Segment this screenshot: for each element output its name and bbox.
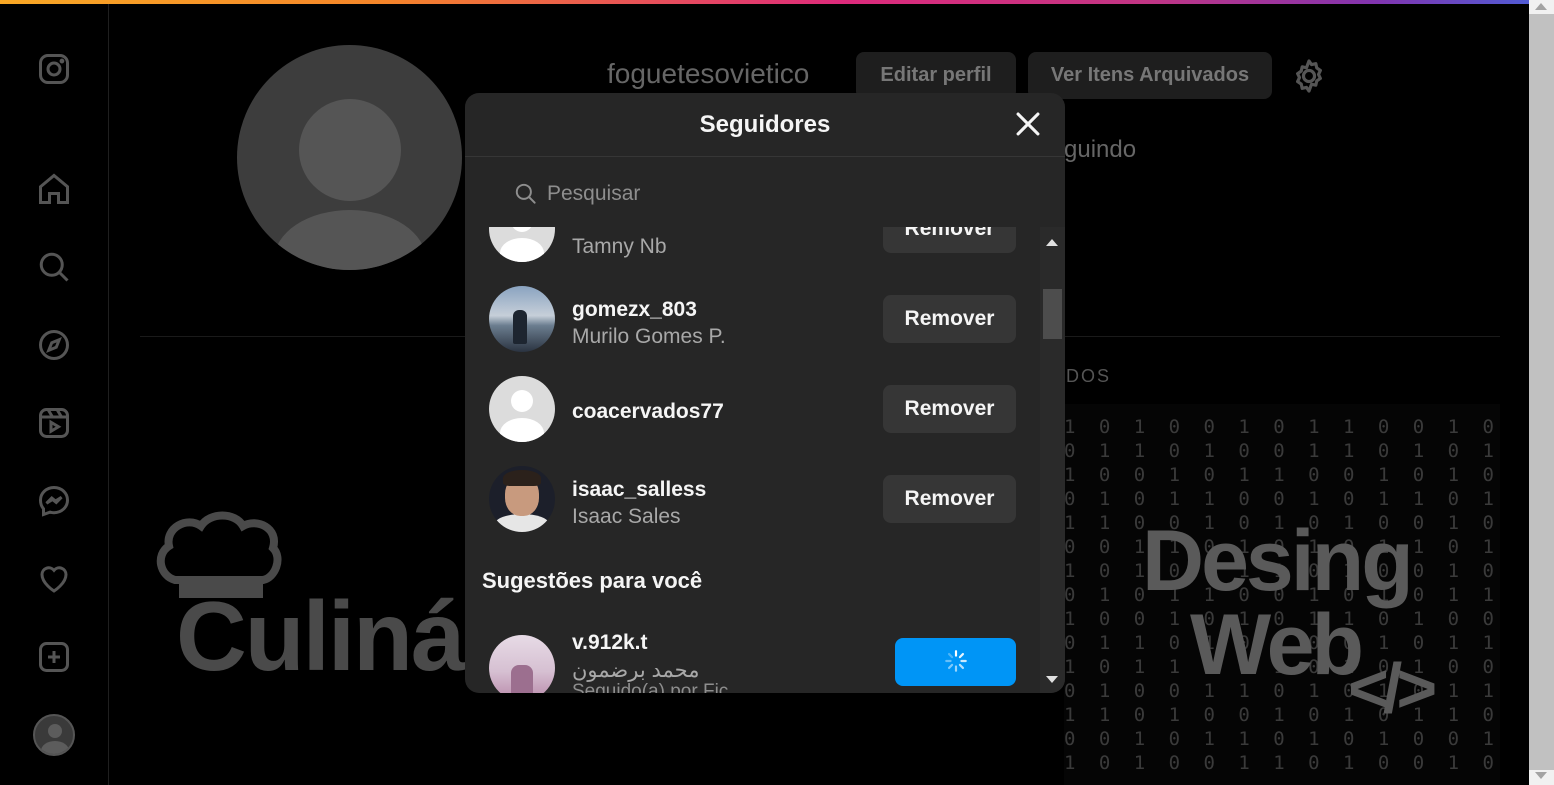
tab-label[interactable]: DOS (1066, 366, 1111, 387)
heart-icon[interactable] (35, 560, 73, 598)
search-bar[interactable] (505, 177, 1025, 211)
search-icon[interactable] (35, 248, 73, 286)
suggestion-mutual: Seguido(a) por Fic... (572, 681, 745, 693)
following-count[interactable]: guindo (1064, 136, 1136, 164)
instagram-logo-icon[interactable] (35, 50, 73, 88)
scroll-up-arrow-icon[interactable] (1535, 3, 1547, 10)
modal-header: Seguidores (465, 93, 1065, 157)
modal-title: Seguidores (699, 111, 831, 138)
remove-button[interactable]: Remover (883, 475, 1016, 523)
avatar[interactable] (33, 714, 75, 756)
close-icon[interactable] (1011, 107, 1045, 141)
suggestion-avatar[interactable] (489, 635, 555, 693)
code-tag-icon: </> (1348, 649, 1437, 727)
follower-avatar[interactable] (489, 227, 555, 262)
list-item: coacervados77 Remover (465, 364, 1040, 454)
follower-avatar[interactable] (489, 376, 555, 442)
page-scrollbar[interactable] (1529, 0, 1554, 785)
post-left-title: Culinár (176, 581, 502, 691)
follower-avatar[interactable] (489, 286, 555, 352)
scroll-up-arrow-icon[interactable] (1046, 239, 1058, 246)
post-right-title-2: Web (1190, 597, 1364, 693)
edit-profile-button[interactable]: Editar perfil (856, 52, 1016, 99)
create-icon[interactable] (35, 638, 73, 676)
followers-modal: Seguidores Tamny Nb Remover gomezx_803 M… (465, 93, 1065, 693)
suggestion-username[interactable]: v.912k.t (572, 631, 648, 655)
suggestions-title: Sugestões para você (482, 568, 703, 593)
list-item: gomezx_803 Murilo Gomes P. Remover (465, 274, 1040, 364)
follower-username[interactable]: gomezx_803 (572, 298, 697, 322)
modal-scrollbar[interactable] (1040, 227, 1065, 693)
scroll-down-arrow-icon[interactable] (1046, 676, 1058, 683)
follower-fullname: Isaac Sales (572, 505, 681, 528)
remove-button[interactable]: Remover (883, 295, 1016, 343)
loading-bar (0, 0, 1529, 4)
followers-list: Tamny Nb Remover gomezx_803 Murilo Gomes… (465, 227, 1040, 693)
list-item: isaac_salless Isaac Sales Remover (465, 454, 1040, 544)
archive-button[interactable]: Ver Itens Arquivados (1028, 52, 1272, 99)
page-scroll-thumb[interactable] (1529, 14, 1554, 770)
follower-fullname: Murilo Gomes P. (572, 325, 726, 348)
modal-scroll-thumb[interactable] (1043, 289, 1062, 339)
home-icon[interactable] (35, 170, 73, 208)
follower-avatar[interactable] (489, 466, 555, 532)
search-input[interactable] (547, 177, 1017, 211)
follower-username[interactable]: isaac_salless (572, 478, 706, 502)
reels-icon[interactable] (35, 404, 73, 442)
settings-gear-icon[interactable] (1290, 57, 1328, 95)
follower-username[interactable]: coacervados77 (572, 400, 724, 424)
remove-button[interactable]: Remover (883, 227, 1016, 253)
follow-button[interactable] (895, 638, 1016, 686)
list-item: Tamny Nb Remover (465, 227, 1040, 274)
loading-spinner-icon (944, 649, 967, 672)
scroll-down-arrow-icon[interactable] (1535, 772, 1547, 779)
sidebar (0, 0, 109, 785)
remove-button[interactable]: Remover (883, 385, 1016, 433)
follower-fullname: Tamny Nb (572, 235, 667, 258)
suggestion-item: v.912k.t محمد برضمون Seguido(a) por Fic.… (465, 623, 1040, 693)
messenger-icon[interactable] (35, 482, 73, 520)
search-icon (515, 183, 536, 204)
profile-username: foguetesovietico (607, 58, 810, 89)
suggestion-fullname: محمد برضمون (572, 659, 700, 682)
explore-icon[interactable] (35, 326, 73, 364)
profile-picture[interactable] (237, 45, 462, 270)
